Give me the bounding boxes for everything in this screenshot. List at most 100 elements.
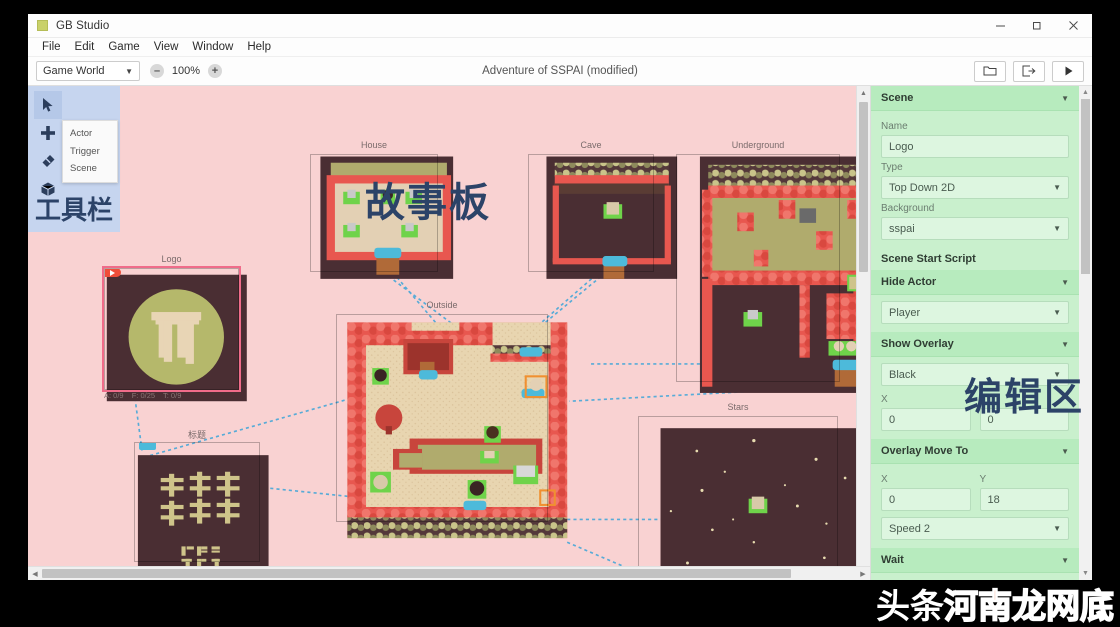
scene-label: 标题 [187, 430, 206, 440]
chevron-down-icon[interactable]: ▼ [1061, 447, 1069, 456]
menu-edit[interactable]: Edit [68, 38, 102, 57]
field-label-overlay-y: Y [979, 394, 987, 405]
scene-card-title[interactable]: 标题 [134, 430, 260, 562]
scrollbar-thumb[interactable] [1081, 99, 1090, 274]
field-label-overlay-x: X [881, 394, 888, 405]
chevron-down-icon: ▼ [1053, 524, 1061, 533]
section-body-hide-actor: Player ▼ [871, 295, 1079, 332]
inspector-panel: Scene ▼ Name Logo Type Top Down 2D ▼ Bac… [870, 86, 1092, 580]
scene-type-select[interactable]: Top Down 2D ▼ [881, 176, 1069, 199]
tool-buttons [34, 91, 62, 203]
canvas-vertical-scrollbar[interactable]: ▲ [856, 86, 870, 566]
scroll-up-icon[interactable]: ▲ [1079, 86, 1092, 99]
section-body-overlay-move-to: X 0 Y 18 Speed 2 ▼ [871, 464, 1079, 548]
menu-game[interactable]: Game [101, 38, 146, 57]
field-value: 0 [889, 493, 896, 506]
scroll-down-icon[interactable]: ▼ [1079, 567, 1092, 580]
section-title: Scene [881, 92, 914, 104]
scene-thumbnail[interactable] [638, 416, 838, 572]
overlay-color-select[interactable]: Black ▼ [881, 363, 1069, 386]
eraser-tool[interactable] [34, 147, 62, 175]
scrollbar-track[interactable] [42, 567, 856, 580]
scroll-up-icon[interactable]: ▲ [857, 86, 870, 100]
run-button[interactable] [1052, 60, 1084, 82]
menu-file[interactable]: File [35, 38, 68, 57]
add-tool[interactable] [34, 119, 62, 147]
world-select[interactable]: Game World ▼ [36, 61, 140, 81]
scroll-left-icon[interactable]: ◀ [28, 570, 42, 578]
trigger-count: T: 0/9 [163, 391, 182, 400]
flyout-item-actor[interactable]: Actor [63, 125, 117, 143]
field-value: 0 [889, 413, 896, 426]
scene-label: House [360, 140, 387, 150]
gb-studio-window: GB Studio File Edit Game View Window Hel… [28, 14, 1092, 580]
scene-thumbnail[interactable] [134, 442, 260, 562]
section-title: Scene Start Script [881, 253, 976, 265]
overlay-x-input[interactable]: 0 [881, 408, 971, 431]
menu-view[interactable]: View [147, 38, 186, 57]
section-header-scene[interactable]: Scene ▼ [871, 86, 1079, 111]
scene-name-input[interactable]: Logo [881, 135, 1069, 158]
hide-actor-select[interactable]: Player ▼ [881, 301, 1069, 324]
scroll-right-icon[interactable]: ▶ [856, 570, 870, 578]
scene-card-outside[interactable]: Outside [336, 300, 548, 522]
chevron-down-icon: ▼ [1053, 370, 1061, 379]
trigger-marker[interactable] [139, 443, 156, 450]
zoom-in-button[interactable]: + [208, 64, 222, 78]
scene-thumbnail[interactable] [336, 314, 548, 522]
play-badge-icon[interactable] [105, 269, 121, 277]
zoom-out-button[interactable]: – [150, 64, 164, 78]
scene-thumbnail[interactable] [310, 154, 438, 272]
overlay-y-input[interactable]: 0 [979, 408, 1069, 431]
workspace: Logo A: 0/9 F: 0/25 T: 0/9 标题 House Cave… [28, 86, 1092, 580]
scene-thumbnail[interactable] [528, 154, 654, 272]
section-header-scene-start-script[interactable]: Scene Start Script [871, 248, 1079, 270]
export-button[interactable] [1013, 60, 1045, 82]
section-title: Show Overlay [881, 338, 954, 350]
flyout-item-trigger[interactable]: Trigger [63, 143, 117, 161]
chevron-down-icon[interactable]: ▼ [1061, 94, 1069, 103]
scene-card-logo[interactable]: Logo A: 0/9 F: 0/25 T: 0/9 [102, 254, 241, 400]
open-project-folder-button[interactable] [974, 60, 1006, 82]
section-body-scene: Name Logo Type Top Down 2D ▼ Background … [871, 111, 1079, 248]
select-tool[interactable] [34, 91, 62, 119]
scene-card-underground[interactable]: Underground [676, 140, 840, 382]
inspector-scrollbar[interactable]: ▲ ▼ [1079, 86, 1092, 580]
section-header-show-overlay[interactable]: Show Overlay ▼ [871, 332, 1079, 357]
chevron-down-icon: ▼ [1053, 183, 1061, 192]
menu-help[interactable]: Help [240, 38, 278, 57]
scene-label: Logo [161, 254, 182, 264]
overlay-move-speed-select[interactable]: Speed 2 ▼ [881, 517, 1069, 540]
scene-card-house[interactable]: House [310, 140, 438, 272]
section-header-overlay-move-to[interactable]: Overlay Move To ▼ [871, 439, 1079, 464]
titlebar: GB Studio [28, 14, 1092, 38]
section-header-hide-actor[interactable]: Hide Actor ▼ [871, 270, 1079, 295]
field-value: Player [889, 306, 921, 319]
scrollbar-thumb[interactable] [42, 569, 791, 578]
watermark-part2: 河南 [943, 587, 1013, 627]
minimize-button[interactable] [982, 14, 1018, 37]
maximize-button[interactable] [1018, 14, 1054, 37]
scene-label: Cave [580, 140, 602, 150]
scene-label: Underground [731, 140, 785, 150]
scene-thumbnail[interactable] [676, 154, 840, 382]
scene-background-select[interactable]: sspai ▼ [881, 217, 1069, 240]
field-label-name: Name [881, 121, 908, 132]
scene-card-cave[interactable]: Cave [528, 140, 654, 272]
scene-card-stars[interactable]: Stars [638, 402, 838, 572]
zoom-controls: – 100% + [150, 64, 222, 78]
chevron-down-icon[interactable]: ▼ [1061, 278, 1069, 287]
field-label-move-x: X [881, 474, 888, 485]
menu-window[interactable]: Window [185, 38, 240, 57]
canvas-horizontal-scrollbar[interactable]: ◀ ▶ [28, 566, 870, 580]
chevron-down-icon[interactable]: ▼ [1061, 556, 1069, 565]
section-header-wait[interactable]: Wait ▼ [871, 548, 1079, 573]
scene-thumbnail[interactable] [102, 266, 241, 392]
chevron-down-icon[interactable]: ▼ [1061, 340, 1069, 349]
close-button[interactable] [1054, 14, 1092, 37]
overlay-move-x-input[interactable]: 0 [881, 488, 971, 511]
flyout-item-scene[interactable]: Scene [63, 160, 117, 178]
scrollbar-thumb[interactable] [859, 102, 868, 272]
scene-canvas[interactable]: Logo A: 0/9 F: 0/25 T: 0/9 标题 House Cave… [28, 86, 870, 580]
overlay-move-y-input[interactable]: 18 [979, 488, 1069, 511]
